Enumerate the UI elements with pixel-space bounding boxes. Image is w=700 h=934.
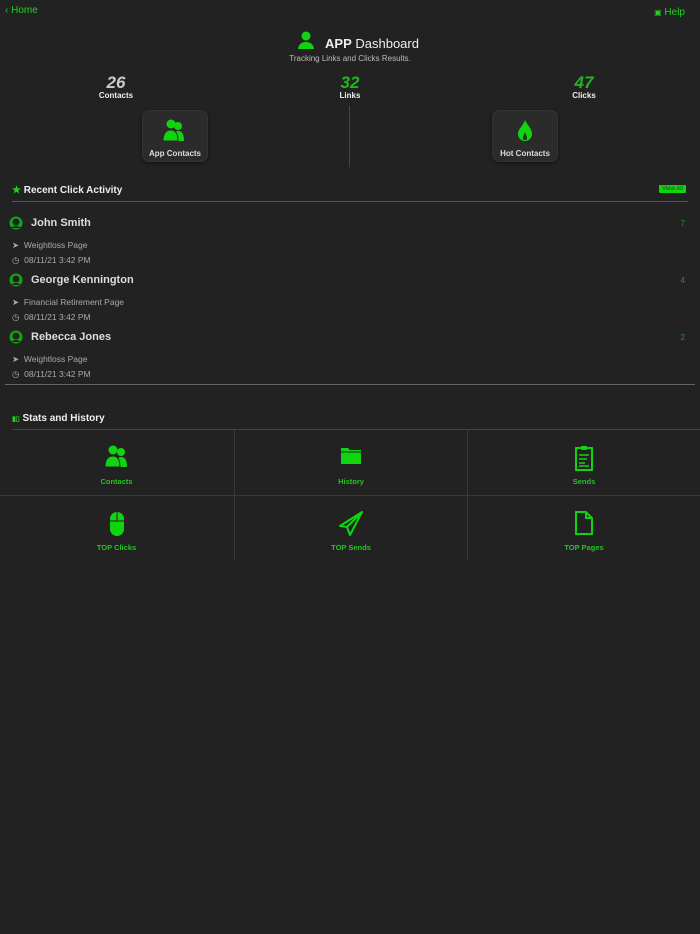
page-title: APP Dashboard bbox=[325, 36, 419, 51]
time-line: ◷ 08/11/21 3:42 PM bbox=[12, 312, 91, 322]
page-line: ➤ Weightloss Page bbox=[12, 240, 88, 250]
home-back-link[interactable]: ‹ Home bbox=[5, 5, 38, 16]
top-pages-cell[interactable]: TOP Pages bbox=[467, 496, 700, 561]
time-line: ◷ 08/11/21 3:42 PM bbox=[12, 369, 91, 379]
user-circle-icon bbox=[9, 330, 23, 344]
contacts-icon bbox=[103, 445, 127, 468]
contacts-icon bbox=[162, 119, 184, 142]
click-count: 4 bbox=[680, 276, 685, 285]
clipboard-icon bbox=[575, 446, 593, 471]
help-link[interactable]: ▣ Help bbox=[654, 7, 685, 18]
clock-icon: ◷ bbox=[12, 255, 20, 265]
help-icon: ▣ bbox=[654, 8, 662, 17]
bar-chart-icon: ▮▯ bbox=[12, 416, 20, 423]
activity-item[interactable]: George Kennington 4 ➤ Financial Retireme… bbox=[0, 271, 700, 326]
divider bbox=[5, 384, 695, 385]
stat-clicks: 47 Clicks bbox=[572, 73, 596, 100]
hot-contacts-button[interactable]: Hot Contacts bbox=[492, 110, 558, 162]
star-icon: ★ bbox=[12, 185, 21, 196]
contact-name: Rebecca Jones bbox=[31, 331, 112, 343]
clock-icon: ◷ bbox=[12, 312, 20, 322]
mouse-icon bbox=[109, 512, 124, 536]
chevron-left-icon: ‹ bbox=[5, 5, 9, 16]
click-count: 7 bbox=[680, 219, 685, 228]
flame-icon bbox=[518, 120, 532, 141]
contact-name: John Smith bbox=[31, 217, 91, 229]
divider bbox=[12, 201, 688, 202]
paper-plane-icon bbox=[339, 511, 363, 536]
page-line: ➤ Weightloss Page bbox=[12, 354, 88, 364]
send-icon: ➤ bbox=[12, 240, 20, 250]
user-circle-icon bbox=[9, 216, 23, 230]
click-count: 2 bbox=[680, 333, 685, 342]
stats-history-header: ▮▯ Stats and History bbox=[12, 413, 105, 424]
clock-icon: ◷ bbox=[12, 369, 20, 379]
contacts-cell[interactable]: Contacts bbox=[0, 430, 233, 495]
document-icon bbox=[575, 511, 593, 535]
page-subtitle: Tracking Links and Clicks Results. bbox=[289, 54, 411, 63]
contact-name: George Kennington bbox=[31, 274, 134, 286]
folder-icon bbox=[341, 448, 361, 464]
top-clicks-cell[interactable]: TOP Clicks bbox=[0, 496, 233, 561]
send-icon: ➤ bbox=[12, 297, 20, 307]
send-icon: ➤ bbox=[12, 354, 20, 364]
user-circle-icon bbox=[9, 273, 23, 287]
app-contacts-button[interactable]: App Contacts bbox=[142, 110, 208, 162]
time-line: ◷ 08/11/21 3:42 PM bbox=[12, 255, 91, 265]
stat-links: 32 Links bbox=[339, 73, 361, 100]
page-line: ➤ Financial Retirement Page bbox=[12, 297, 125, 307]
divider bbox=[349, 106, 350, 167]
top-sends-cell[interactable]: TOP Sends bbox=[234, 496, 467, 561]
history-cell[interactable]: History bbox=[234, 430, 467, 495]
sends-cell[interactable]: Sends bbox=[467, 430, 700, 495]
recent-activity-header: ★ Recent Click Activity bbox=[12, 185, 123, 196]
stat-contacts: 26 Contacts bbox=[98, 73, 134, 100]
activity-item[interactable]: John Smith 7 ➤ Weightloss Page ◷ 08/11/2… bbox=[0, 214, 700, 269]
view-all-button[interactable]: View All bbox=[659, 185, 686, 193]
activity-item[interactable]: Rebecca Jones 2 ➤ Weightloss Page ◷ 08/1… bbox=[0, 328, 700, 383]
